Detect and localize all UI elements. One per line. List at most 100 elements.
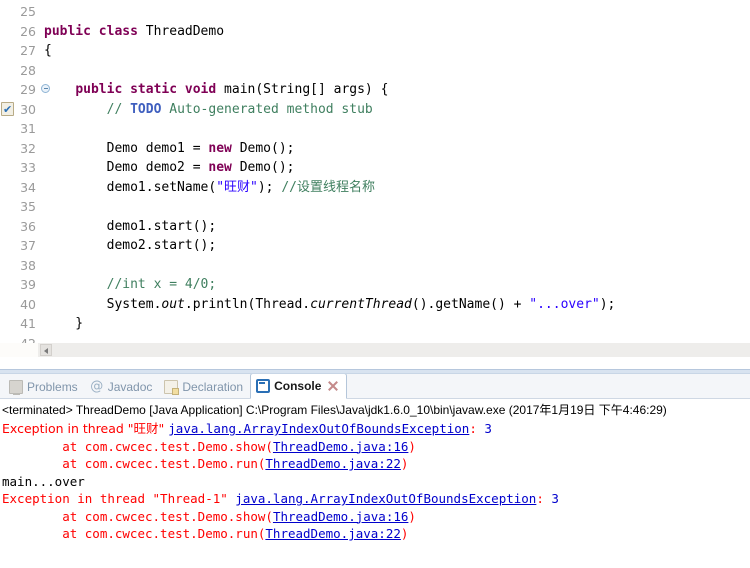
code-token: static xyxy=(130,82,185,97)
console-line: at com.cwcec.test.Demo.run(ThreadDemo.ja… xyxy=(2,455,750,473)
code-token: // xyxy=(106,101,131,117)
declaration-icon xyxy=(164,379,180,395)
console-text: ) xyxy=(400,526,409,541)
code-token: new xyxy=(208,140,240,156)
code-token: main(String[] args) { xyxy=(224,82,389,97)
code-line[interactable]: 33 Demo demo2 = new Demo(); xyxy=(0,158,750,178)
code-line[interactable]: 30 // TODO Auto-generated method stub xyxy=(0,100,750,119)
code-token: TODO xyxy=(130,101,162,117)
console-text: ) xyxy=(400,456,409,471)
code-line[interactable]: 31 xyxy=(0,119,750,139)
code-line-text: public class ThreadDemo xyxy=(44,22,224,42)
editor-bottom-strip xyxy=(0,357,750,369)
console-icon xyxy=(256,379,271,393)
code-line[interactable]: 39 //int x = 4/0; xyxy=(0,275,750,295)
code-line[interactable]: 34 demo1.setName("旺财"); //设置线程名称 xyxy=(0,178,750,198)
console-text: : xyxy=(469,421,485,436)
code-line-text: System.out.println(Thread.currentThread(… xyxy=(44,295,616,315)
code-line[interactable]: 32 Demo demo1 = new Demo(); xyxy=(0,139,750,159)
code-token: new xyxy=(208,160,240,175)
code-token: ThreadDemo xyxy=(145,23,225,39)
code-line[interactable]: 27 { xyxy=(0,41,750,61)
tab-label: Declaration xyxy=(182,379,244,394)
code-token: ().getName() + xyxy=(411,296,530,312)
line-number: 32 xyxy=(20,140,36,156)
code-area[interactable]: 25 26 public class ThreadDemo 27 {28 29 publi… xyxy=(0,0,750,369)
console-process-header: <terminated> ThreadDemo [Java Applicatio… xyxy=(2,403,667,417)
code-line[interactable]: 29 public static void main(String[] args… xyxy=(0,80,750,100)
console-link[interactable]: ThreadDemo.java:16 xyxy=(273,439,408,454)
code-line[interactable]: 40 System.out.println(Thread.currentThre… xyxy=(0,295,750,315)
line-number: 29 xyxy=(20,82,36,97)
code-token: //int x = 4/0; xyxy=(106,277,217,292)
line-number: 27 xyxy=(20,43,36,58)
line-number: 34 xyxy=(20,179,36,195)
line-number: 37 xyxy=(20,238,36,253)
code-line[interactable]: 26 public class ThreadDemo xyxy=(0,22,750,42)
java-source-editor[interactable]: 25 26 public class ThreadDemo 27 {28 29 publi… xyxy=(0,0,750,369)
code-token: Demo(); xyxy=(239,140,295,156)
console-line: at com.cwcec.test.Demo.show(ThreadDemo.j… xyxy=(2,508,750,526)
code-token: .println(Thread. xyxy=(184,296,311,312)
code-line-text: } xyxy=(44,314,83,334)
code-line-text: demo2.start(); xyxy=(44,236,217,256)
console-output[interactable]: Exception in thread "旺财" java.lang.Array… xyxy=(0,420,750,568)
todo-task-marker-icon[interactable] xyxy=(1,100,14,119)
console-text: at com.cwcec.test.Demo.run( xyxy=(2,526,266,541)
code-line-text: //int x = 4/0; xyxy=(44,275,217,295)
code-token: ); xyxy=(257,179,282,195)
console-text: at com.cwcec.test.Demo.show( xyxy=(2,508,273,524)
code-token: demo1.start(); xyxy=(44,218,217,234)
line-number: 41 xyxy=(20,316,36,331)
code-line[interactable]: 28 xyxy=(0,61,750,81)
code-line[interactable]: 38 xyxy=(0,256,750,276)
code-token: out xyxy=(161,296,185,312)
console-link[interactable]: java.lang.ArrayIndexOutOfBoundsException xyxy=(235,491,536,506)
code-line[interactable]: 25 xyxy=(0,2,750,22)
view-tab-bar[interactable]: Problems @ Javadoc Declaration Console xyxy=(0,374,750,399)
line-number: 26 xyxy=(20,23,36,39)
console-link[interactable]: ThreadDemo.java:16 xyxy=(273,509,408,524)
tab-label: Problems xyxy=(27,379,78,394)
line-number: 39 xyxy=(20,277,36,292)
code-token: ); xyxy=(599,296,616,312)
console-link[interactable]: ThreadDemo.java:22 xyxy=(265,526,400,541)
console-link[interactable]: java.lang.ArrayIndexOutOfBoundsException xyxy=(168,421,469,436)
line-number: 33 xyxy=(20,160,36,175)
tab-problems[interactable]: Problems xyxy=(4,375,85,398)
line-number: 38 xyxy=(20,257,36,273)
code-line-text: Demo demo2 = new Demo(); xyxy=(44,158,295,178)
tab-label: Javadoc xyxy=(107,379,153,394)
console-line: Exception in thread "旺财" java.lang.Array… xyxy=(2,420,750,438)
console-text: ) xyxy=(408,438,416,454)
code-line[interactable]: 37 demo2.start(); xyxy=(0,236,750,256)
console-line: Exception in thread "Thread-1" java.lang… xyxy=(2,490,750,508)
line-number: 40 xyxy=(20,296,36,312)
console-text: at com.cwcec.test.Demo.show( xyxy=(2,438,273,454)
tab-javadoc[interactable]: @ Javadoc xyxy=(85,375,160,398)
line-number: 36 xyxy=(20,218,36,234)
close-icon[interactable] xyxy=(327,380,339,392)
code-line[interactable]: 35 xyxy=(0,197,750,217)
tab-declaration[interactable]: Declaration xyxy=(159,375,250,398)
code-line-text: { xyxy=(44,41,52,61)
code-token: Demo(); xyxy=(239,160,295,175)
editor-horizontal-scrollbar[interactable] xyxy=(0,343,750,357)
console-line: main...over xyxy=(2,473,750,491)
code-token: Auto-generated method stub xyxy=(161,101,373,117)
code-line[interactable]: 41 } xyxy=(0,314,750,334)
scroll-left-arrow-icon[interactable] xyxy=(40,344,52,356)
code-line[interactable]: 36 demo1.start(); xyxy=(0,217,750,237)
code-token: void xyxy=(184,82,225,97)
editor-hscroll-track[interactable] xyxy=(38,343,750,357)
tab-console[interactable]: Console xyxy=(250,374,348,399)
code-token: demo2.start(); xyxy=(44,238,217,253)
code-token: Demo demo1 = xyxy=(44,140,209,156)
code-token: class xyxy=(98,23,146,39)
console-text: Exception in thread "旺财" xyxy=(2,421,169,436)
console-link[interactable]: ThreadDemo.java:22 xyxy=(265,456,400,471)
line-number: 35 xyxy=(20,199,36,214)
code-line-text: public static void main(String[] args) { xyxy=(44,80,388,100)
problems-icon xyxy=(9,379,23,395)
